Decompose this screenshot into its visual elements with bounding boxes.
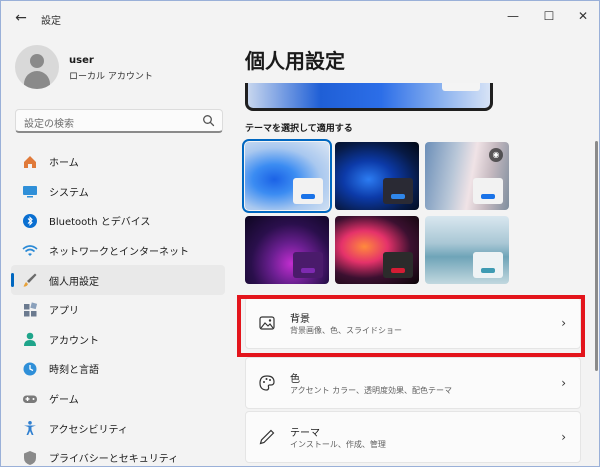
theme-spotlight[interactable]: ◉ xyxy=(425,142,509,210)
chevron-right-icon: › xyxy=(561,376,566,390)
sidebar-item-label: アカウント xyxy=(49,335,99,347)
active-indicator xyxy=(11,273,14,288)
sidebar-item-home[interactable]: ホーム xyxy=(11,147,225,177)
sidebar-item-label: Bluetooth とデバイス xyxy=(49,217,151,229)
chevron-right-icon: › xyxy=(561,430,566,444)
sidebar-item-label: ゲーム xyxy=(49,395,79,407)
sidebar-item-label: アプリ xyxy=(49,306,79,318)
search-input[interactable]: 設定の検索 xyxy=(24,115,74,130)
card-subtitle: 背景画像、色、スライドショー xyxy=(290,326,402,335)
theme-windows-dark[interactable] xyxy=(335,142,419,210)
sidebar-item-bluetooth[interactable]: Bluetooth とデバイス xyxy=(11,206,225,236)
sidebar-item-label: 個人用設定 xyxy=(49,276,99,288)
sidebar-item-label: 時刻と言語 xyxy=(49,365,99,377)
sidebar-item-apps[interactable]: アプリ xyxy=(11,295,225,325)
settings-window: ← 設定 — ☐ ✕ user ローカル アカウント 設定の検索 ホーム システ… xyxy=(0,0,600,467)
sidebar-item-network[interactable]: ネットワークとインターネット xyxy=(11,236,225,266)
card-title: 背景 xyxy=(290,314,310,325)
back-button[interactable]: ← xyxy=(11,10,31,26)
globe-clock-icon xyxy=(21,360,39,378)
maximize-button[interactable]: ☐ xyxy=(533,5,565,27)
pen-icon xyxy=(259,429,275,445)
card-subtitle: アクセント カラー、透明度効果、配色テーマ xyxy=(290,386,453,395)
system-icon xyxy=(21,182,39,200)
page-title: 個人用設定 xyxy=(245,49,345,73)
minimize-button[interactable]: — xyxy=(497,5,529,27)
themes-section-label: テーマを選択して適用する xyxy=(245,124,353,134)
background-settings-card[interactable]: 背景 背景画像、色、スライドショー › xyxy=(245,297,581,349)
sidebar-item-gaming[interactable]: ゲーム xyxy=(11,384,225,414)
gamepad-icon xyxy=(21,390,39,408)
user-name: user xyxy=(69,55,94,66)
sidebar-item-system[interactable]: システム xyxy=(11,177,225,207)
sidebar-item-accessibility[interactable]: アクセシビリティ xyxy=(11,413,225,443)
brush-icon xyxy=(21,271,39,289)
sidebar-item-personalization[interactable]: 個人用設定 xyxy=(11,265,225,295)
search-box[interactable]: 設定の検索 xyxy=(15,109,223,133)
image-icon xyxy=(259,316,275,330)
sidebar-item-accounts[interactable]: アカウント xyxy=(11,325,225,355)
sidebar-item-label: アクセシビリティ xyxy=(49,424,128,436)
window-title: 設定 xyxy=(41,16,61,27)
account-icon xyxy=(21,330,39,348)
title-bar: ← 設定 — ☐ ✕ xyxy=(1,1,599,35)
sidebar-item-label: ネットワークとインターネット xyxy=(49,247,189,259)
camera-icon: ◉ xyxy=(489,148,503,162)
user-account-type: ローカル アカウント xyxy=(69,72,153,82)
avatar xyxy=(15,45,59,89)
sidebar-item-privacy-security[interactable]: プライバシーとセキュリティ xyxy=(11,443,225,466)
home-icon xyxy=(21,153,39,171)
sidebar-nav: ホーム システム Bluetooth とデバイス ネットワークとインターネット xyxy=(11,147,225,466)
theme-glow[interactable] xyxy=(245,216,329,284)
shield-icon xyxy=(21,449,39,466)
theme-windows-light[interactable] xyxy=(242,139,332,213)
sidebar-item-label: システム xyxy=(49,187,89,199)
theme-grid: ◉ xyxy=(242,139,509,284)
wifi-icon xyxy=(21,242,39,260)
sidebar-item-time-language[interactable]: 時刻と言語 xyxy=(11,354,225,384)
card-title: テーマ xyxy=(290,428,320,439)
theme-captured-motion[interactable] xyxy=(335,216,419,284)
bluetooth-icon xyxy=(21,212,39,230)
accessibility-icon xyxy=(21,419,39,437)
card-subtitle: インストール、作成、管理 xyxy=(290,440,386,449)
card-title: 色 xyxy=(290,374,300,385)
close-button[interactable]: ✕ xyxy=(567,5,599,27)
theme-settings-card[interactable]: テーマ インストール、作成、管理 › xyxy=(245,411,581,463)
chevron-right-icon: › xyxy=(561,316,566,330)
color-settings-card[interactable]: 色 アクセント カラー、透明度効果、配色テーマ › xyxy=(245,357,581,409)
apps-icon xyxy=(21,301,39,319)
search-icon[interactable] xyxy=(202,114,216,128)
sidebar-item-label: プライバシーとセキュリティ xyxy=(49,454,179,466)
sidebar-item-label: ホーム xyxy=(49,158,79,170)
theme-flow[interactable] xyxy=(425,216,509,284)
palette-icon xyxy=(259,375,275,391)
theme-preview xyxy=(245,83,493,111)
scrollbar[interactable] xyxy=(595,141,598,371)
